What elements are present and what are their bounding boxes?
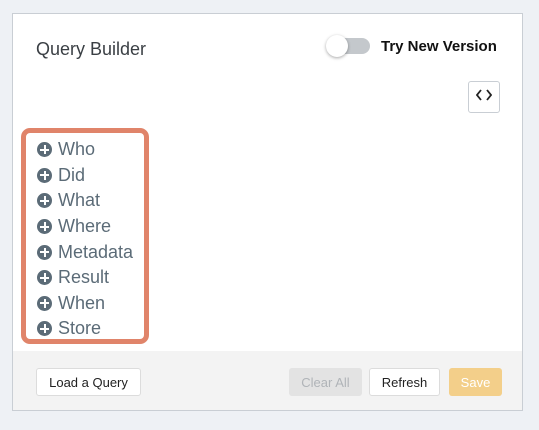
plus-circle-icon[interactable] (37, 167, 52, 183)
field-item-what[interactable]: What (37, 188, 133, 214)
field-list: Who Did What Where Metadata Result When … (37, 137, 133, 342)
field-item-where[interactable]: Where (37, 214, 133, 240)
field-label: Result (58, 267, 110, 288)
toggle-label[interactable]: Try New Version (381, 38, 497, 55)
footer-bar: Load a Query Clear All Refresh Save (13, 351, 522, 410)
plus-circle-icon[interactable] (37, 270, 52, 286)
field-label: Did (58, 164, 86, 185)
load-query-button[interactable]: Load a Query (36, 368, 141, 396)
field-item-who[interactable]: Who (37, 137, 133, 163)
save-button[interactable]: Save (449, 368, 502, 396)
clear-all-button[interactable]: Clear All (289, 368, 362, 396)
toggle-knob[interactable] (326, 35, 348, 57)
query-builder-panel: Query Builder Try New Version Who Did Wh… (12, 13, 523, 411)
plus-circle-icon[interactable] (37, 295, 52, 311)
plus-circle-icon[interactable] (37, 244, 52, 260)
plus-circle-icon[interactable] (37, 193, 52, 209)
plus-circle-icon[interactable] (37, 142, 52, 158)
field-item-store[interactable]: Store (37, 316, 133, 342)
field-item-did[interactable]: Did (37, 163, 133, 189)
field-label: Who (58, 139, 96, 160)
refresh-button[interactable]: Refresh (369, 368, 440, 396)
page-title: Query Builder (36, 39, 147, 59)
field-label: Store (58, 318, 102, 339)
code-icon (475, 88, 493, 106)
field-label: Where (58, 216, 112, 237)
new-version-toggle[interactable] (326, 35, 370, 57)
field-label: When (58, 292, 106, 313)
plus-circle-icon[interactable] (37, 321, 52, 337)
field-item-metadata[interactable]: Metadata (37, 239, 133, 265)
field-item-when[interactable]: When (37, 291, 133, 317)
plus-circle-icon[interactable] (37, 219, 52, 235)
field-label: Metadata (58, 241, 134, 262)
field-item-result[interactable]: Result (37, 265, 133, 291)
field-label: What (58, 190, 101, 211)
code-view-button[interactable] (468, 81, 500, 113)
